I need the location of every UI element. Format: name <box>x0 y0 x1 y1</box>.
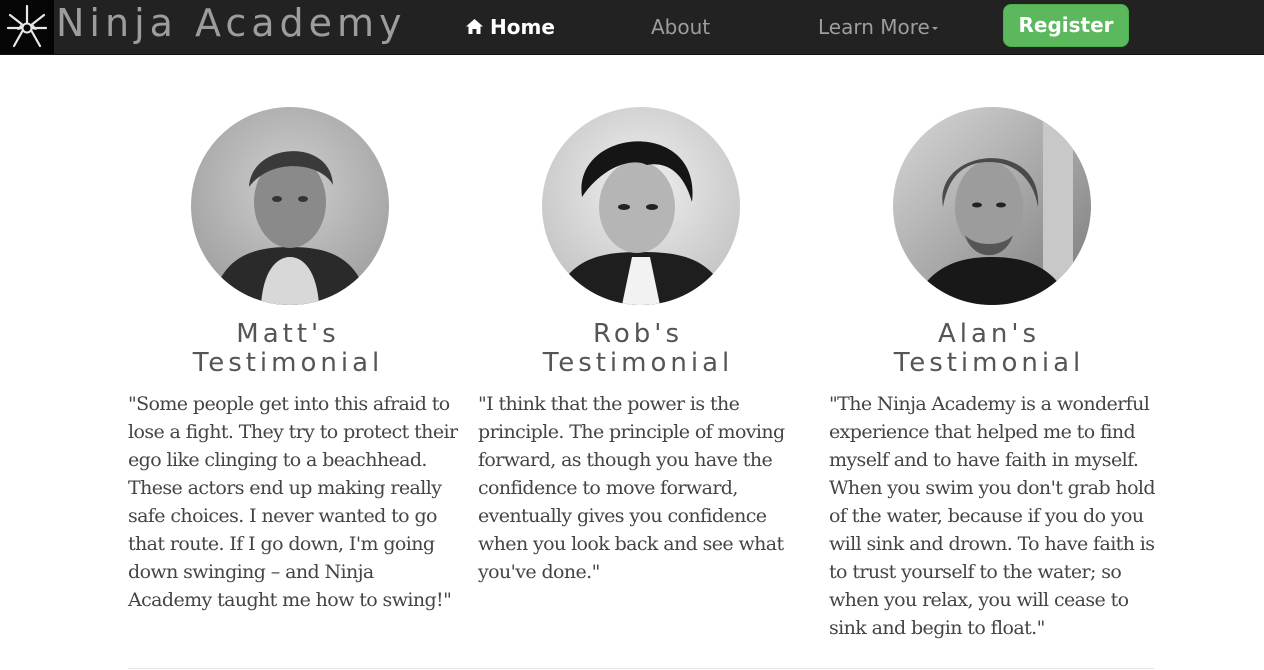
testimonial-title: Rob's Testimonial <box>478 320 798 378</box>
navbar: Ninja Academy Home About Learn More Regi… <box>0 0 1264 55</box>
testimonial-title: Alan's Testimonial <box>829 320 1149 378</box>
testimonial-quote: "The Ninja Academy is a wonderful experi… <box>829 393 1156 639</box>
home-icon <box>466 0 483 54</box>
register-button[interactable]: Register <box>1003 4 1129 47</box>
testimonial-name: Matt's <box>236 319 340 349</box>
testimonial-heading: Testimonial <box>192 348 384 378</box>
testimonial-name: Alan's <box>937 319 1041 349</box>
ninja-star-icon[interactable] <box>0 0 54 54</box>
chevron-down-icon <box>931 27 938 30</box>
testimonial-title: Matt's Testimonial <box>128 320 448 378</box>
nav-about-link[interactable]: About <box>651 0 710 54</box>
nav-learn-more-label: Learn More <box>818 15 930 39</box>
testimonial-heading: Testimonial <box>893 348 1085 378</box>
section-divider <box>128 668 1154 669</box>
avatar-rob <box>542 107 740 305</box>
nav-home-link[interactable]: Home <box>466 0 555 54</box>
testimonial-name: Rob's <box>592 319 683 349</box>
testimonial-quote: "I think that the power is the principle… <box>478 393 785 583</box>
avatar-matt <box>191 107 389 305</box>
nav-home-label: Home <box>490 15 555 39</box>
brand-title[interactable]: Ninja Academy <box>56 0 407 48</box>
testimonial-quote: "Some people get into this afraid to los… <box>128 393 458 611</box>
nav-learn-more-dropdown[interactable]: Learn More <box>818 0 938 54</box>
testimonial-heading: Testimonial <box>542 348 734 378</box>
avatar-alan <box>893 107 1091 305</box>
